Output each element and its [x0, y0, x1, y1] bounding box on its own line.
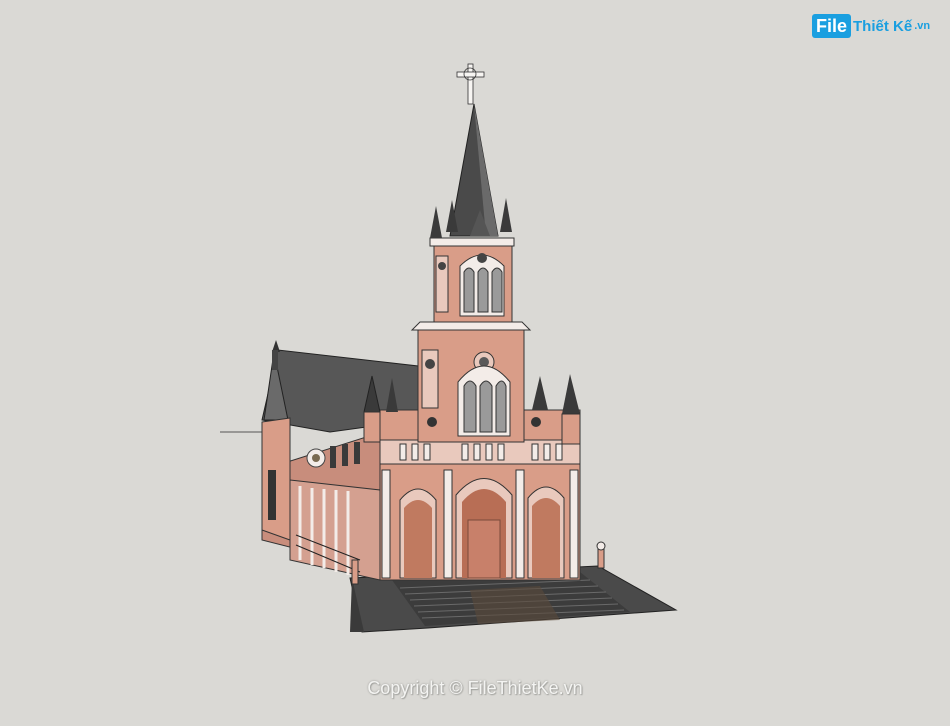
- church-model-render: [220, 63, 678, 633]
- copyright-watermark: Copyright © FileThietKe.vn: [367, 678, 583, 698]
- cross-ornament: [456, 63, 485, 105]
- belfry: [429, 237, 515, 323]
- tower-middle: [410, 321, 541, 443]
- spire: [430, 103, 512, 238]
